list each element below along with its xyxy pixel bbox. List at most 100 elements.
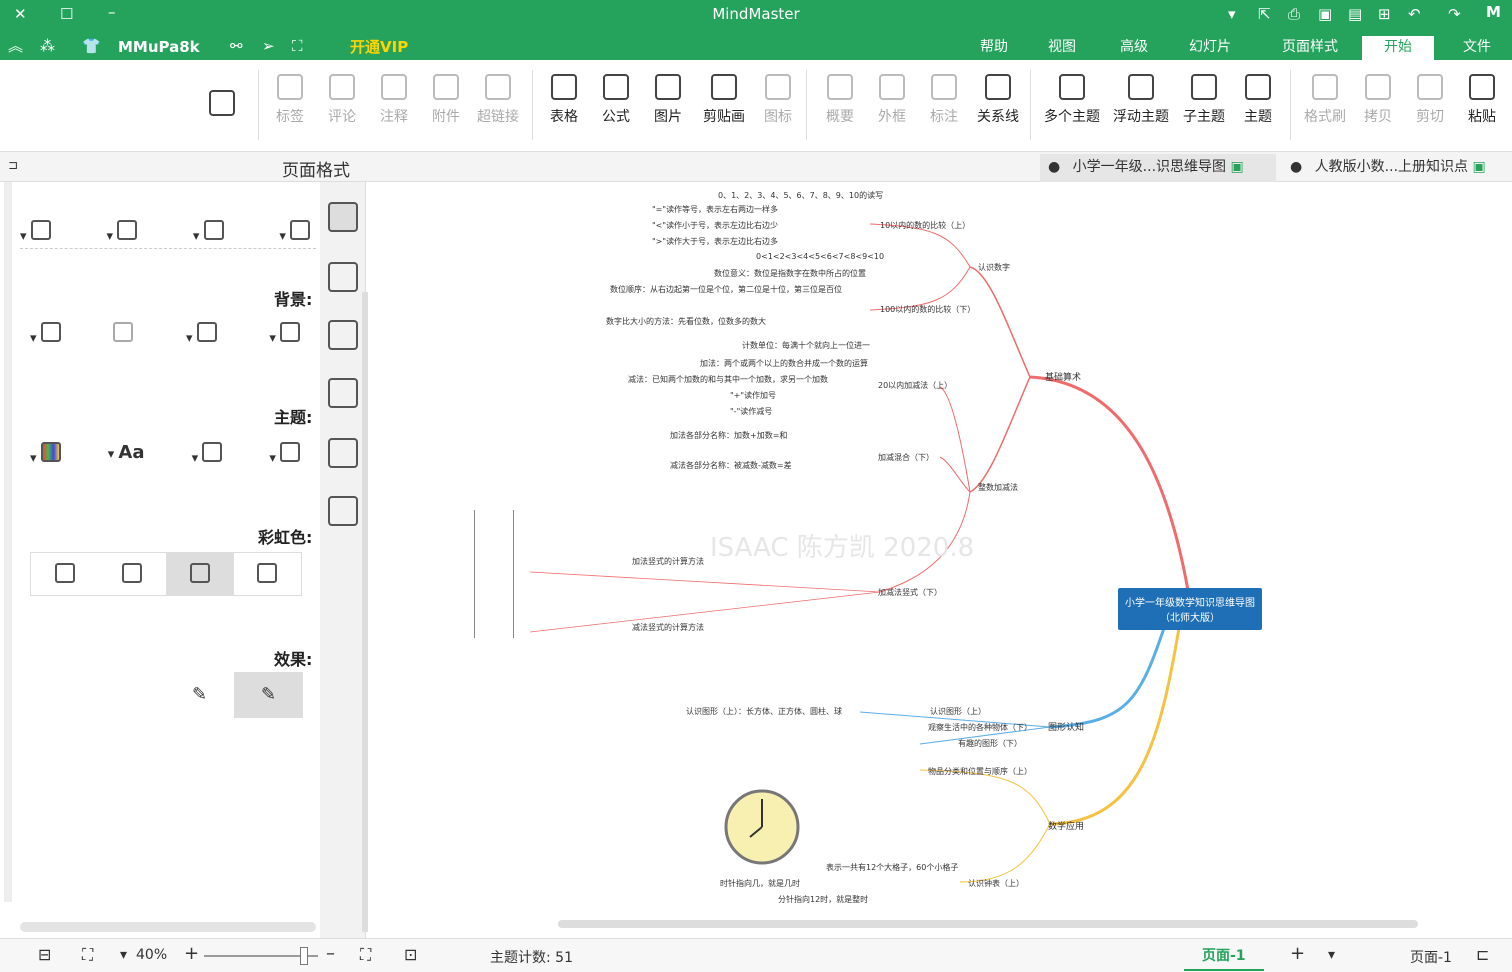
collapse-ribbon-icon[interactable]: ︽ [8, 36, 23, 56]
tab-slides[interactable]: 幻灯片 [1182, 36, 1238, 60]
grid-layout-icon[interactable]: ▾ [279, 220, 310, 244]
leaf-topic[interactable]: "+"读作加号 [730, 390, 776, 401]
theme-grid-icon[interactable]: ▾ [269, 442, 300, 466]
clipart-button[interactable]: 剪贴画 [694, 72, 754, 126]
rainbow-option[interactable] [99, 553, 167, 595]
leaf-topic[interactable]: 表示一共有12个大格子，60个小格子 [826, 862, 958, 873]
leaf-topic[interactable]: 认识图形（上）：长方体、正方体、圆柱、球 [686, 706, 842, 717]
undo-icon[interactable]: ↶ [1408, 4, 1421, 24]
format-painter-button[interactable]: 格式刷 [1296, 72, 1354, 126]
subtopic[interactable]: 认识图形（上） [930, 706, 986, 717]
mindmap-canvas[interactable]: 小学一年级数学知识思维导图（北师大版） ISAAC 陈方凯 2020.8 基础算… [370, 182, 1512, 932]
rainbow-option[interactable] [31, 553, 99, 595]
presentation-icon[interactable]: ⊡ [404, 945, 417, 964]
cut-button[interactable]: 剪切 [1404, 72, 1456, 126]
leaf-topic[interactable]: ">"读作大于号，表示左边比右边多 [652, 236, 778, 247]
boundary-button[interactable]: 外框 [866, 72, 918, 126]
leaf-topic[interactable]: "="读作等号，表示左右两边一样多 [652, 204, 778, 215]
note-button[interactable]: 注释 [368, 72, 420, 126]
callout-button[interactable]: 标注 [918, 72, 970, 126]
share-icon[interactable]: ⚯ [230, 36, 243, 56]
panel-scrollbar[interactable] [4, 182, 12, 902]
subtopic[interactable]: 认识数字 [978, 262, 1010, 273]
topic-button[interactable]: 主题 [1232, 72, 1284, 126]
tab-help[interactable]: 帮助 [972, 36, 1016, 60]
send-icon[interactable]: ➢ [262, 36, 275, 56]
zoom-dropdown-icon[interactable]: ▾ [120, 947, 127, 963]
shirt-icon[interactable]: 👕 [82, 36, 101, 56]
branch-topic[interactable]: 图形认知 [1048, 720, 1084, 733]
chevron-down-icon[interactable]: ▾ [1228, 4, 1236, 24]
print-icon[interactable]: ⎙ [1288, 4, 1300, 24]
leaf-topic[interactable]: 加法竖式的计算方法 [632, 556, 704, 567]
subtopic[interactable]: 观察生活中的各种物体（下） [928, 722, 1032, 733]
page-dropdown-icon[interactable]: ▾ [1328, 947, 1335, 963]
user-name[interactable]: MMuPa8k [118, 37, 200, 57]
fit-page-icon[interactable]: ⊟ [38, 945, 51, 964]
rainbow-option-selected[interactable] [166, 553, 234, 595]
branch-topic[interactable]: 基础算术 [1045, 370, 1081, 383]
leaf-topic[interactable]: 0<1<2<3<4<5<6<7<8<9<10 [756, 252, 884, 261]
maximize-icon[interactable]: ☐ [60, 4, 73, 24]
image-button[interactable]: 图片 [642, 72, 694, 126]
leaf-topic[interactable]: 0、1、2、3、4、5、6、7、8、9、10的读写 [718, 190, 883, 201]
export-panel-icon[interactable] [328, 496, 358, 526]
task-icon[interactable] [328, 438, 358, 468]
page-tab-active[interactable]: 页面-1 [1184, 941, 1264, 971]
leaf-topic[interactable]: 加法各部分名称：加数+加数=和 [670, 430, 787, 441]
rainbow-option[interactable] [234, 553, 302, 595]
subtopic[interactable]: 整数加减法 [978, 482, 1018, 493]
leaf-topic[interactable]: 数位意义：数位是指数字在数中所占的位置 [714, 268, 866, 279]
subtopic[interactable]: 10以内的数的比较（上） [880, 220, 970, 231]
table-button[interactable]: 表格 [538, 72, 590, 126]
page-panel-icon[interactable]: ⊏ [1476, 945, 1489, 964]
leaf-topic[interactable]: 减法：已知两个加数的和与其中一个加数，求另一个加数 [628, 374, 828, 385]
leaf-topic[interactable]: 数位顺序：从右边起第一位是个位，第二位是十位，第三位是百位 [610, 284, 842, 295]
subtopic-button[interactable]: 子主题 [1176, 72, 1232, 126]
root-topic[interactable]: 小学一年级数学知识思维导图（北师大版） [1118, 588, 1262, 630]
leaf-topic[interactable]: "<"读作小于号，表示左边比右边少 [652, 220, 778, 231]
tab-page-style[interactable]: 页面样式 [1268, 36, 1352, 60]
paste-button[interactable]: 粘贴 [1456, 72, 1508, 126]
theme-style-icon[interactable]: ▾ [192, 442, 223, 466]
bg-image-icon[interactable]: ▾ [186, 322, 217, 346]
doc-tab-decimals[interactable]: ● 人教版小数...上册知识点 ▣ [1282, 154, 1510, 182]
vtool-scrollbar[interactable] [362, 292, 368, 932]
multiple-topics-button[interactable]: 多个主题 [1038, 72, 1106, 126]
theme-color-icon[interactable]: ▾ [30, 442, 61, 466]
leaf-topic[interactable]: 加法：两个或两个以上的数合并成一个数的运算 [700, 358, 868, 369]
open-icon[interactable]: ▤ [1348, 4, 1362, 24]
subtopic[interactable]: 100以内的数的比较（下） [880, 304, 975, 315]
hyperlink-button[interactable]: 超链接 [472, 72, 524, 126]
close-tab-icon[interactable]: ● [1290, 159, 1302, 175]
icon-button[interactable]: 图标 [752, 72, 804, 126]
fill-color-icon[interactable]: ▾ [269, 322, 300, 346]
clipart-icon[interactable] [328, 378, 358, 408]
font-icon[interactable]: ▾ Aa [108, 442, 145, 466]
relationship-button[interactable]: 关系线 [970, 72, 1026, 126]
remove-bg-icon[interactable] [113, 322, 134, 346]
subtopic[interactable]: 加减混合（下） [878, 452, 934, 463]
hand-drawn-effect-icon[interactable]: ✎ [165, 672, 234, 718]
numbering-icon[interactable]: ▾ [20, 220, 51, 244]
leaf-topic[interactable]: 时针指向几，就是几时 [720, 878, 800, 889]
fullscreen-icon[interactable]: ⛶ [292, 36, 303, 56]
zoom-level[interactable]: 40% [136, 947, 167, 963]
close-tab-icon[interactable]: ● [1048, 159, 1060, 175]
format-list-icon[interactable] [328, 262, 358, 292]
apps-icon[interactable]: ⁂ [40, 36, 55, 56]
leaf-topic[interactable]: 数字比大小的方法：先看位数，位数多的数大 [606, 316, 766, 327]
doc-tab-grade1[interactable]: ● 小学一年级...识思维导图 ▣ [1040, 154, 1276, 182]
zoom-in-icon[interactable]: + [184, 943, 199, 964]
watermark-icon[interactable]: ▾ [30, 322, 61, 346]
tab-advanced[interactable]: 高级 [1112, 36, 1156, 60]
leaf-topic[interactable]: 减法各部分名称：被减数-减数=差 [670, 460, 792, 471]
save-icon[interactable]: ▣ [1318, 4, 1332, 24]
floating-topic-button[interactable]: 浮动主题 [1108, 72, 1174, 126]
connector-icon[interactable]: ▾ [106, 220, 138, 244]
copy-button[interactable]: 拷贝 [1352, 72, 1404, 126]
fullscreen-view-icon[interactable]: ⛶ [360, 945, 371, 965]
branch-topic[interactable]: 数学应用 [1048, 819, 1084, 832]
leaf-topic[interactable]: 分针指向12时，就是整时 [778, 894, 868, 905]
close-icon[interactable]: ✕ [14, 4, 27, 24]
